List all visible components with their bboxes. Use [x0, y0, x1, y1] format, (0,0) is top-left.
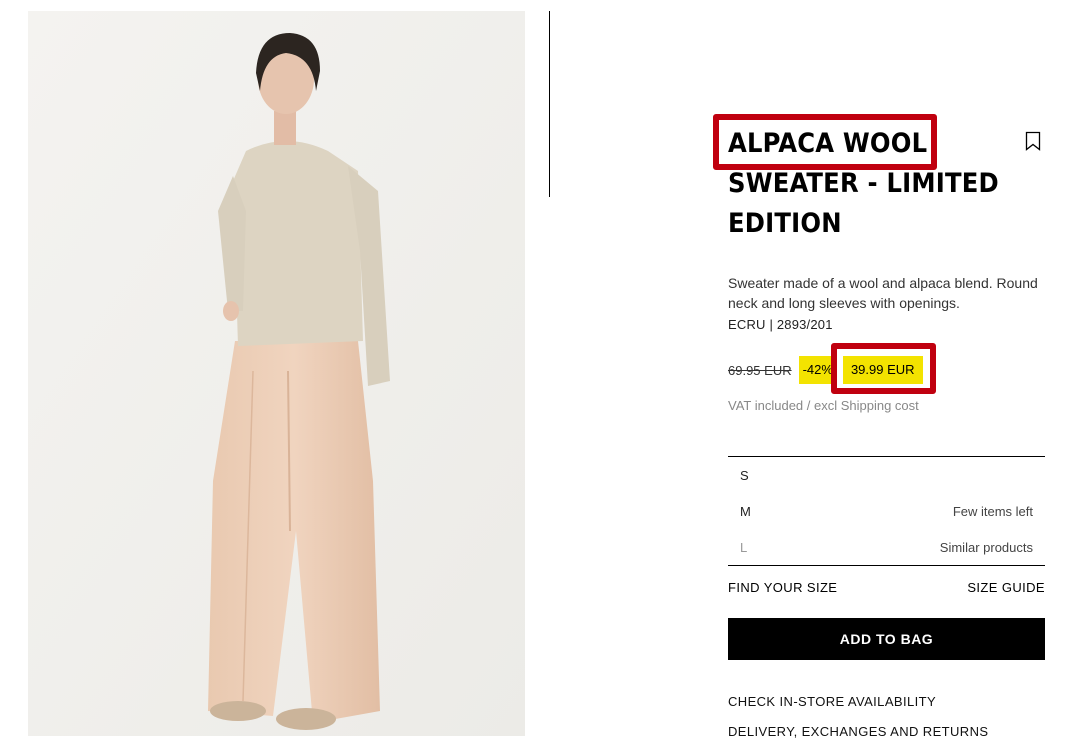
scroll-indicator [549, 11, 550, 197]
delivery-returns-link[interactable]: DELIVERY, EXCHANGES AND RETURNS [728, 724, 988, 739]
size-option-l[interactable]: L Similar products [728, 529, 1045, 565]
vat-note: VAT included / excl Shipping cost [728, 398, 919, 413]
size-links: FIND YOUR SIZE SIZE GUIDE [728, 580, 1045, 595]
size-option-s[interactable]: S [728, 457, 1045, 493]
size-guide-link[interactable]: SIZE GUIDE [967, 580, 1045, 595]
similar-products-link[interactable]: Similar products [940, 540, 1033, 555]
bookmark-icon[interactable] [1025, 131, 1041, 151]
size-selector: S M Few items left L Similar products [728, 456, 1045, 566]
find-your-size-link[interactable]: FIND YOUR SIZE [728, 580, 837, 595]
original-price: 69.95 EUR [728, 362, 792, 378]
add-to-bag-button[interactable]: ADD TO BAG [728, 618, 1045, 660]
size-label: L [740, 539, 748, 555]
model-illustration [28, 11, 525, 736]
check-in-store-link[interactable]: CHECK IN-STORE AVAILABILITY [728, 694, 936, 709]
size-label: S [740, 467, 749, 483]
product-description: Sweater made of a wool and alpaca blend.… [728, 275, 1038, 311]
size-option-m[interactable]: M Few items left [728, 493, 1045, 529]
size-label: M [740, 503, 751, 519]
size-note: Few items left [952, 503, 1033, 519]
product-reference: ECRU | 2893/201 [728, 317, 833, 332]
product-image[interactable] [28, 11, 525, 736]
title-highlight-box [713, 114, 937, 170]
price-highlight-box [831, 343, 936, 394]
